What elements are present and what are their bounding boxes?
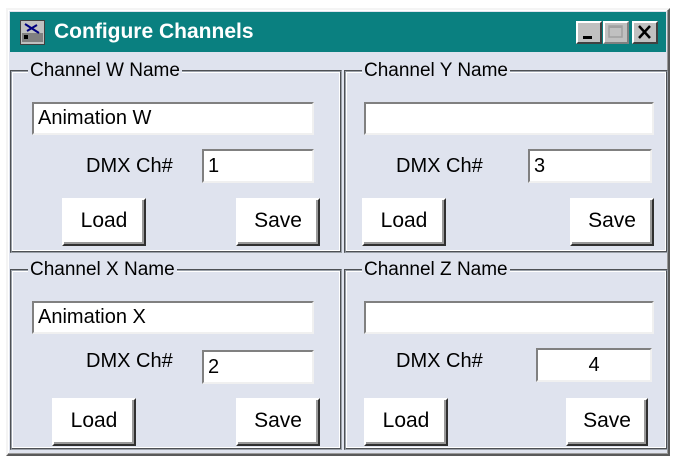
channel-y-save-button[interactable]: Save	[570, 198, 654, 246]
channel-w-load-button[interactable]: Load	[62, 198, 146, 246]
channel-w-dmx-input[interactable]: 1	[202, 149, 314, 183]
channel-x-dmx-label: DMX Ch#	[86, 350, 173, 372]
channel-y-load-button[interactable]: Load	[362, 198, 446, 246]
channel-z-save-button[interactable]: Save	[566, 398, 648, 446]
channel-x-dmx-input[interactable]: 2	[202, 350, 314, 384]
configure-channels-window: Configure Channels Channel W Name Animat…	[6, 8, 670, 456]
channel-z-name-input[interactable]	[364, 301, 654, 334]
title-bar[interactable]: Configure Channels	[10, 12, 666, 52]
channel-x-legend: Channel X Name	[28, 258, 177, 282]
channel-w-legend: Channel W Name	[28, 59, 182, 83]
channel-z-dmx-label: DMX Ch#	[396, 350, 483, 372]
minimize-icon	[583, 36, 592, 39]
channel-w-save-button[interactable]: Save	[236, 198, 320, 246]
channel-y-legend: Channel Y Name	[362, 59, 511, 83]
close-icon	[638, 25, 651, 39]
maximize-icon	[608, 25, 623, 38]
channel-y-group: Channel Y Name DMX Ch# 3 Load Save	[344, 59, 668, 253]
channel-z-legend: Channel Z Name	[362, 258, 510, 282]
channel-x-group: Channel X Name Animation X DMX Ch# 2 Loa…	[10, 258, 342, 450]
app-icon[interactable]	[20, 20, 45, 45]
channel-w-group: Channel W Name Animation W DMX Ch# 1 Loa…	[10, 59, 342, 253]
channel-w-dmx-label: DMX Ch#	[86, 155, 173, 177]
maximize-button[interactable]	[603, 21, 629, 44]
channel-w-name-input[interactable]: Animation W	[32, 102, 314, 135]
channel-z-load-button[interactable]: Load	[364, 398, 448, 446]
channel-x-save-button[interactable]: Save	[236, 398, 320, 446]
channel-z-group: Channel Z Name DMX Ch# 4 Load Save	[344, 258, 668, 450]
channel-y-dmx-label: DMX Ch#	[396, 155, 483, 177]
channel-x-load-button[interactable]: Load	[52, 398, 136, 446]
channel-y-name-input[interactable]	[364, 102, 654, 135]
channel-x-name-input[interactable]: Animation X	[32, 301, 314, 334]
window-title: Configure Channels	[54, 20, 254, 43]
channel-z-dmx-input[interactable]: 4	[536, 348, 652, 382]
close-button[interactable]	[632, 21, 658, 44]
minimize-button[interactable]	[576, 21, 602, 44]
channel-y-dmx-input[interactable]: 3	[528, 149, 652, 183]
